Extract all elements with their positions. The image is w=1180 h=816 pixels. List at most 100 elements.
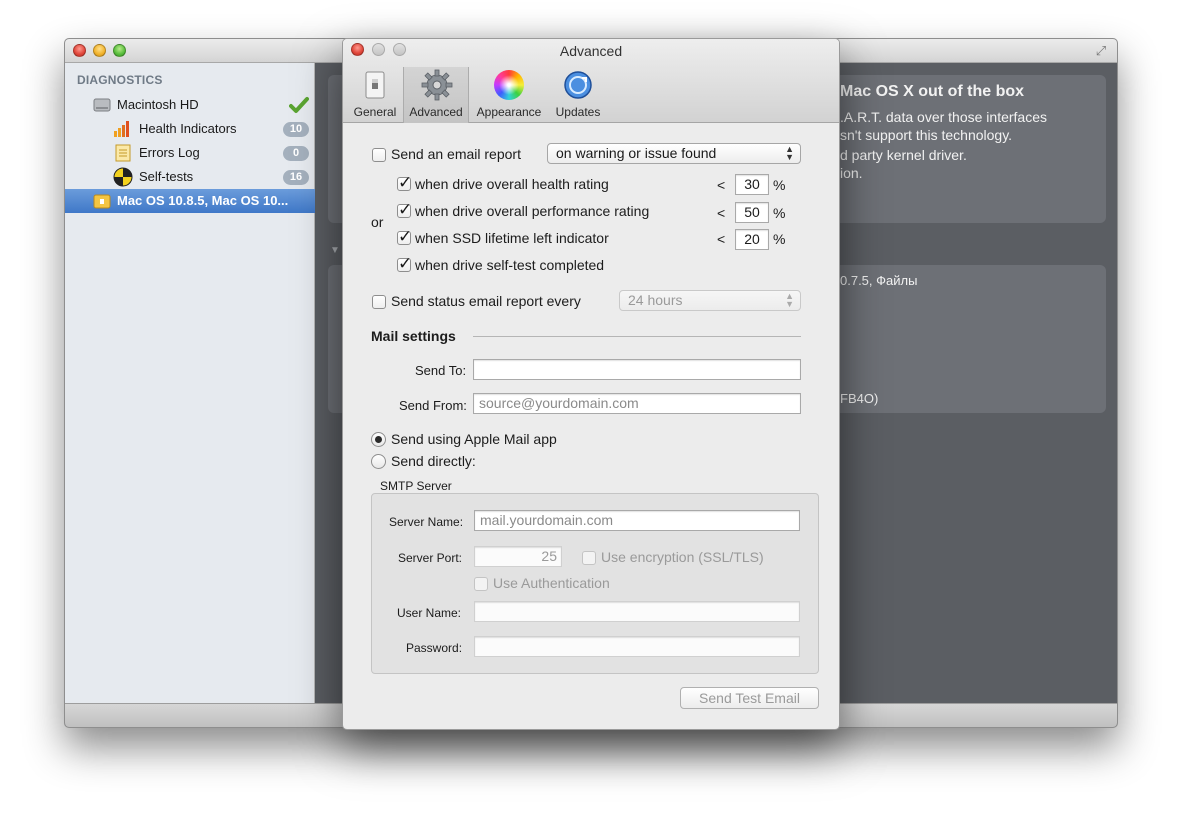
server-port-field[interactable]: 25	[474, 546, 562, 567]
switch-icon	[363, 71, 387, 99]
sidebar-item-errors-log[interactable]: Errors Log 0	[65, 141, 315, 165]
sidebar-heading: DIAGNOSTICS	[77, 73, 163, 87]
password-field[interactable]	[474, 636, 800, 657]
sidebar: DIAGNOSTICS Macintosh HD Health Indicato…	[65, 63, 315, 703]
authentication-label: Use Authentication	[493, 575, 610, 591]
sidebar-item-macintosh-hd[interactable]: Macintosh HD	[65, 93, 315, 117]
user-name-field[interactable]	[474, 601, 800, 622]
send-directly-radio-label: Send directly:	[391, 453, 476, 469]
smtp-server-box: Server Name: mail.yourdomain.com Server …	[371, 493, 819, 674]
report-mode-dropdown[interactable]: on warning or issue found ▲ ▼	[547, 143, 801, 164]
user-name-label: User Name:	[397, 606, 462, 620]
server-name-field[interactable]: mail.yourdomain.com	[474, 510, 800, 531]
preferences-window: Advanced General Advanced Appearance Upd…	[342, 38, 840, 730]
minimize-window-button[interactable]	[93, 44, 106, 57]
performance-threshold-field[interactable]: 50	[735, 202, 769, 223]
password-label: Password:	[406, 641, 463, 655]
ssd-lifetime-label: when SSD lifetime left indicator	[415, 230, 609, 246]
encryption-label: Use encryption (SSL/TLS)	[601, 549, 764, 565]
send-from-label: Send From:	[399, 398, 467, 413]
toolbar-tab-label: General	[353, 105, 397, 119]
volume-info-line: FB4O)	[840, 391, 879, 406]
sidebar-item-health-indicators[interactable]: Health Indicators 10	[65, 117, 315, 141]
server-name-label: Server Name:	[389, 515, 464, 529]
count-badge: 16	[283, 170, 309, 185]
hard-drive-icon	[93, 97, 111, 113]
volume-info-line: 0.7.5, Файлы	[840, 273, 918, 288]
performance-rating-label: when drive overall performance rating	[415, 203, 650, 219]
toolbar-tab-general[interactable]: General	[347, 67, 403, 123]
sidebar-item-mac-os-volume[interactable]: Mac OS 10.8.5, Mac OS 10...	[65, 189, 315, 213]
sidebar-item-label: Mac OS 10.8.5, Mac OS 10...	[117, 193, 289, 208]
self-test-completed-label: when drive self-test completed	[415, 257, 605, 273]
volume-icon	[93, 192, 111, 210]
health-rating-checkbox[interactable]	[397, 173, 412, 193]
send-to-field[interactable]	[473, 359, 801, 380]
authentication-checkbox[interactable]	[474, 577, 488, 591]
preferences-toolbar: Advanced General Advanced Appearance Upd…	[343, 39, 839, 123]
log-document-icon	[115, 144, 131, 162]
send-email-report-checkbox[interactable]	[372, 148, 386, 162]
smtp-server-heading: SMTP Server	[380, 479, 452, 493]
ssd-lifetime-checkbox[interactable]	[397, 227, 412, 247]
globe-update-icon	[563, 70, 593, 100]
close-window-button[interactable]	[73, 44, 86, 57]
health-rating-label: when drive overall health rating	[415, 176, 609, 192]
gear-icon	[421, 69, 453, 101]
toolbar-tab-updates[interactable]: Updates	[547, 67, 609, 123]
send-to-label: Send To:	[415, 363, 467, 378]
apple-mail-radio-label: Send using Apple Mail app	[391, 431, 557, 447]
report-interval-dropdown[interactable]: 24 hours ▲ ▼	[619, 290, 801, 311]
toolbar-tab-label: Updates	[555, 105, 601, 119]
chevron-updown-icon: ▲ ▼	[785, 144, 794, 162]
fullscreen-icon[interactable]: ⤢	[1093, 43, 1109, 59]
card-line: .A.R.T. data over those interfaces	[840, 109, 1047, 125]
count-badge: 0	[283, 146, 309, 161]
mail-settings-heading: Mail settings	[371, 328, 456, 344]
chevron-updown-icon: ▲ ▼	[785, 291, 794, 309]
percent-label: %	[773, 231, 786, 247]
test-target-icon	[113, 167, 133, 187]
self-test-completed-checkbox[interactable]	[397, 254, 412, 274]
disclosure-triangle-icon[interactable]: ▼	[330, 245, 340, 256]
toolbar-tab-advanced[interactable]: Advanced	[403, 67, 469, 123]
apple-mail-radio[interactable]	[371, 432, 386, 447]
sidebar-item-label: Health Indicators	[139, 121, 237, 136]
send-email-report-label: Send an email report	[391, 146, 521, 162]
card-line: d party kernel driver.	[840, 147, 967, 163]
window-title: Advanced	[559, 43, 623, 59]
percent-label: %	[773, 177, 786, 193]
sidebar-item-label: Self-tests	[139, 169, 194, 184]
sidebar-item-label: Macintosh HD	[117, 97, 199, 112]
card-line: sn't support this technology.	[840, 127, 1013, 143]
zoom-window-button[interactable]	[113, 44, 126, 57]
report-interval-value: 24 hours	[628, 292, 683, 308]
or-label: or	[371, 214, 384, 230]
toolbar-tab-label: Advanced	[409, 105, 463, 119]
count-badge: 10	[283, 122, 309, 137]
server-port-label: Server Port:	[398, 551, 463, 565]
less-than-label: <	[717, 231, 726, 247]
status-report-checkbox[interactable]	[372, 295, 386, 309]
toolbar-tab-appearance[interactable]: Appearance	[471, 67, 547, 123]
less-than-label: <	[717, 205, 726, 221]
less-than-label: <	[717, 177, 726, 193]
send-test-email-button[interactable]: Send Test Email	[680, 687, 819, 709]
health-threshold-field[interactable]: 30	[735, 174, 769, 195]
percent-label: %	[773, 205, 786, 221]
sidebar-item-label: Errors Log	[139, 145, 200, 160]
report-mode-value: on warning or issue found	[556, 145, 717, 161]
section-divider	[473, 336, 801, 337]
send-directly-radio[interactable]	[371, 454, 386, 469]
card-title: Mac OS X out of the box	[840, 83, 1025, 100]
performance-rating-checkbox[interactable]	[397, 200, 412, 220]
sidebar-item-self-tests[interactable]: Self-tests 16	[65, 165, 315, 189]
ssd-threshold-field[interactable]: 20	[735, 229, 769, 250]
send-from-field[interactable]: source@yourdomain.com	[473, 393, 801, 414]
toolbar-tab-label: Appearance	[476, 105, 542, 119]
checkmark-icon	[289, 96, 309, 114]
card-line: ion.	[840, 165, 863, 181]
status-report-label: Send status email report every	[391, 293, 581, 309]
color-wheel-icon	[494, 70, 524, 100]
encryption-checkbox[interactable]	[582, 551, 596, 565]
